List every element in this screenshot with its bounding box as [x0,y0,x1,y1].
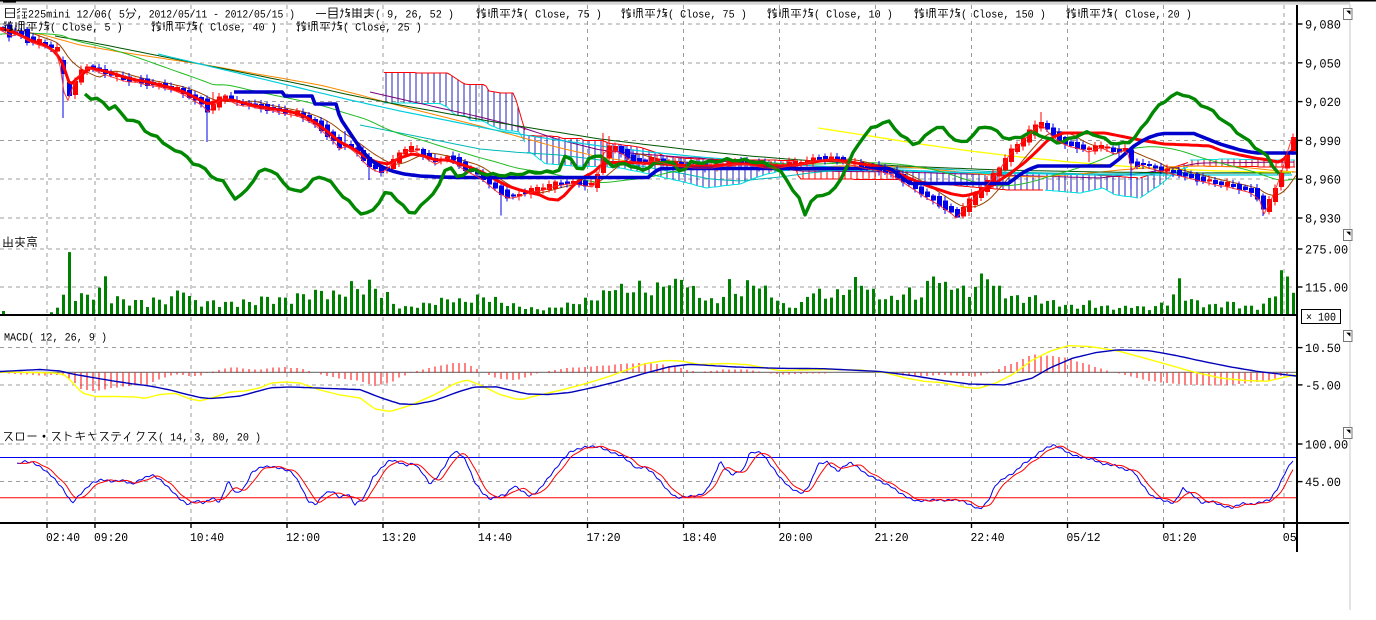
svg-text:× 100: × 100 [1306,312,1336,325]
svg-text:05: 05 [1283,531,1297,545]
svg-text:8,990: 8,990 [1305,135,1341,149]
svg-text:22:40: 22:40 [971,531,1005,545]
svg-text:115.00: 115.00 [1305,282,1348,296]
svg-text:9,020: 9,020 [1305,96,1341,110]
svg-text:( Close, 10 ): ( Close, 10 ) [814,10,893,22]
svg-text:45.00: 45.00 [1305,476,1341,490]
svg-text:20:00: 20:00 [779,531,813,545]
svg-text:( 9, 26, 52 ): ( 9, 26, 52 ) [375,10,454,22]
svg-text:18:40: 18:40 [683,531,717,545]
svg-text:( Close, 25 ): ( Close, 25 ) [343,23,422,35]
svg-text:21:20: 21:20 [875,531,909,545]
svg-text:225mini 12/06( 5: 225mini 12/06( 5 [28,10,125,22]
svg-text:, 2012/05/11 - 2012/05/15 ): , 2012/05/11 - 2012/05/15 ) [137,10,295,22]
svg-text:02:40: 02:40 [46,531,80,545]
svg-text:01:20: 01:20 [1163,531,1197,545]
svg-text:( Close, 40 ): ( Close, 40 ) [198,23,277,35]
svg-text:10.50: 10.50 [1305,342,1341,356]
svg-text:100.00: 100.00 [1305,439,1348,453]
svg-text:9,050: 9,050 [1305,57,1341,71]
svg-text:8,960: 8,960 [1305,174,1341,188]
svg-text:( Close, 20 ): ( Close, 20 ) [1113,10,1192,22]
svg-text:MACD( 12, 26, 9 ): MACD( 12, 26, 9 ) [4,333,107,345]
svg-text:10:40: 10:40 [190,531,224,545]
svg-text:05/12: 05/12 [1067,531,1101,545]
svg-text:275.00: 275.00 [1305,244,1348,258]
svg-text:13:20: 13:20 [382,531,416,545]
svg-text:( Close, 75 ): ( Close, 75 ) [523,10,602,22]
svg-text:-5.00: -5.00 [1305,379,1341,393]
svg-text:( Close, 75 ): ( Close, 75 ) [668,10,747,22]
svg-text:( Close, 150 ): ( Close, 150 ) [961,10,1046,22]
svg-text:( 14, 3, 80, 20 ): ( 14, 3, 80, 20 ) [158,433,261,445]
svg-text:12:00: 12:00 [286,531,320,545]
svg-text:( Close, 5 ): ( Close, 5 ) [50,23,123,35]
svg-text:17:20: 17:20 [587,531,621,545]
svg-text:9,080: 9,080 [1305,19,1341,33]
svg-text:14:40: 14:40 [478,531,512,545]
svg-text:09:20: 09:20 [94,531,128,545]
svg-text:8,930: 8,930 [1305,213,1341,227]
